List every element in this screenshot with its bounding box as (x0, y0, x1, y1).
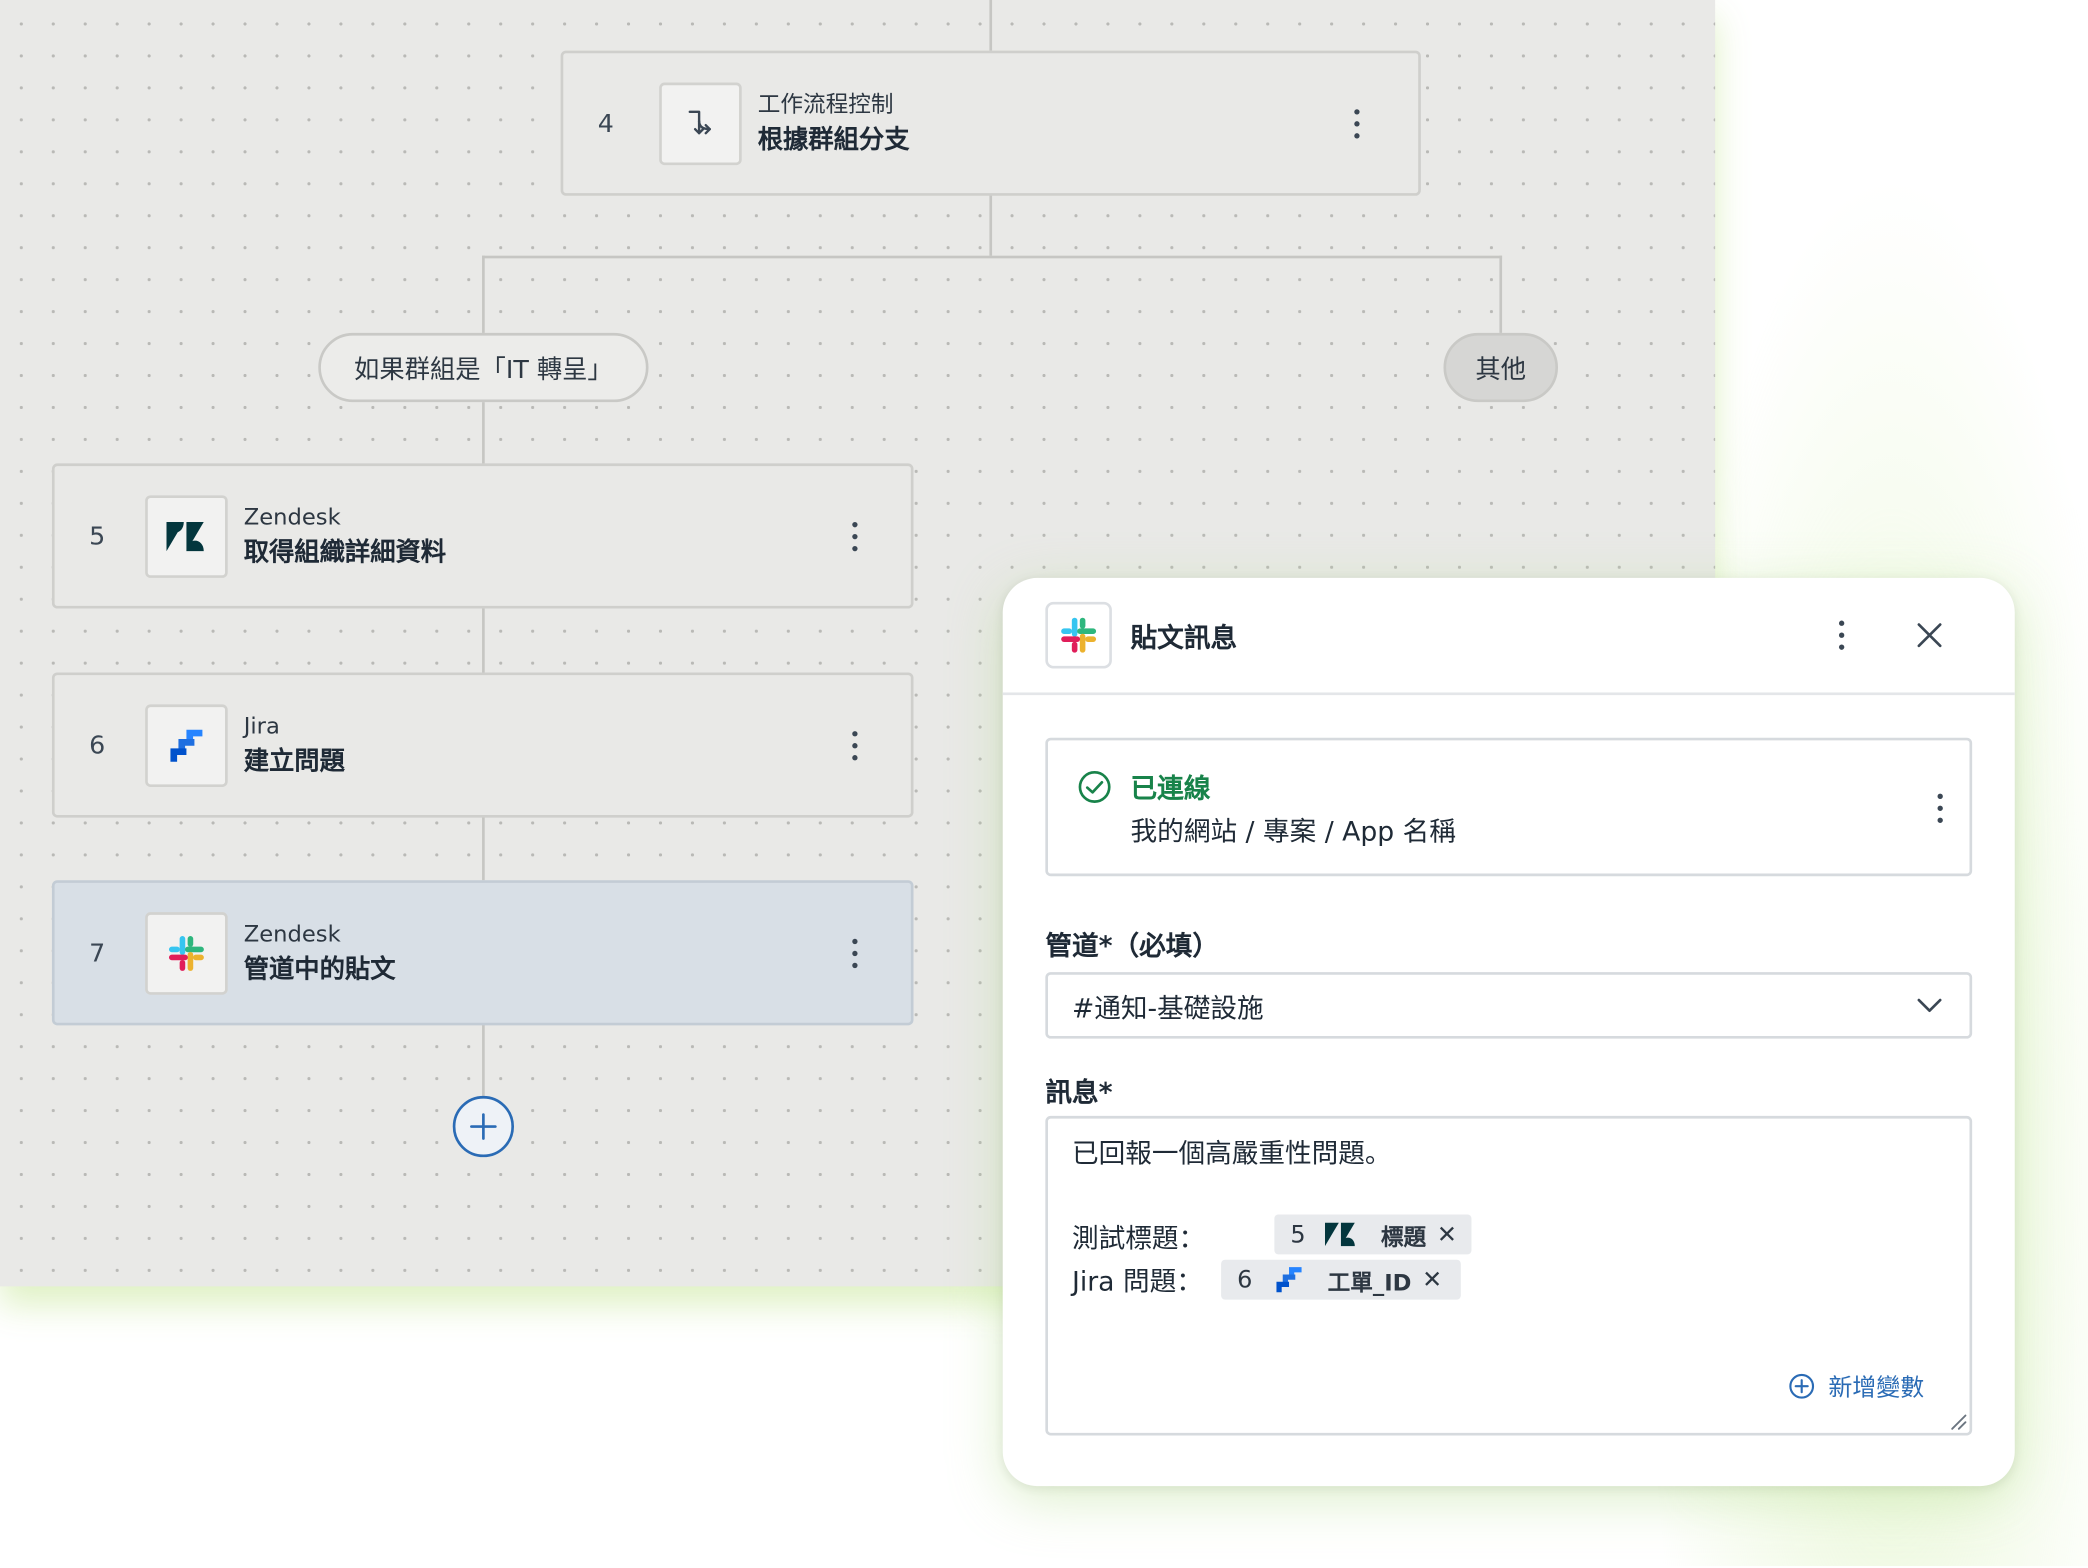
connector-line (989, 194, 993, 256)
zendesk-logo-icon (1324, 1222, 1355, 1247)
connector-line (482, 255, 1503, 259)
branch-other-label: 其他 (1475, 354, 1527, 385)
variable-token-ticket-id[interactable]: 6 工單_ID ✕ (1221, 1259, 1461, 1300)
message-label: 訊息* (1045, 1075, 1113, 1108)
close-icon (1917, 623, 1942, 648)
branch-condition-it-escalation[interactable]: 如果群組是「IT 轉呈」 (318, 332, 649, 403)
token-name: 標題 (1380, 1224, 1427, 1252)
token-step: 6 (1237, 1265, 1253, 1294)
connector-line (1499, 255, 1503, 333)
panel-title: 貼文訊息 (1130, 621, 1238, 654)
workflow-step-4[interactable]: 4 工作流程控制 根據群組分支 (560, 50, 1421, 196)
channel-label: 管道*（必填） (1045, 929, 1220, 962)
slack-logo-icon (1045, 601, 1112, 669)
slack-logo-icon (145, 911, 228, 995)
more-options-icon[interactable] (839, 930, 871, 975)
more-options-icon[interactable] (839, 722, 871, 767)
step-title: 取得組織詳細資料 (243, 537, 447, 567)
plus-icon (470, 1113, 497, 1140)
connector-line (482, 816, 485, 881)
channel-select[interactable]: #通知-基礎設施 (1045, 972, 1973, 1039)
workflow-step-7[interactable]: 7 Zendesk 管道中的貼文 (51, 880, 914, 1026)
workflow-step-6[interactable]: 6 Jira 建立問題 (51, 672, 914, 818)
connection-account: 我的網站 / 專案 / App 名稱 (1130, 814, 1456, 847)
connector-line (482, 402, 485, 464)
add-variable-label: 新增變數 (1828, 1374, 1925, 1403)
jira-logo-icon (145, 703, 228, 787)
add-variable-button[interactable]: 新增變數 (1788, 1369, 1924, 1404)
step-number: 7 (89, 938, 106, 968)
branch-condition-other[interactable]: 其他 (1443, 332, 1559, 403)
step-app-name: Jira (243, 713, 280, 740)
test-title-label: 測試標題： (1071, 1222, 1206, 1255)
panel-header: 貼文訊息 (1002, 578, 2015, 696)
step-title: 根據群組分支 (757, 124, 910, 154)
more-options-icon[interactable] (1826, 613, 1858, 658)
token-name: 工單_ID (1327, 1269, 1412, 1297)
more-options-icon[interactable] (839, 513, 871, 558)
branch-icon (659, 81, 742, 165)
jira-issue-label: Jira 問題： (1071, 1265, 1203, 1298)
more-options-icon[interactable] (1341, 101, 1373, 146)
message-line: 已回報一個高嚴重性問題。 (1071, 1137, 1392, 1170)
plus-circle-icon (1789, 1373, 1815, 1399)
connector-line (482, 608, 485, 673)
connector-line (989, 0, 993, 51)
step-title: 建立問題 (243, 746, 345, 776)
step-app-name: Zendesk (243, 920, 341, 948)
jira-logo-icon (1276, 1267, 1302, 1293)
message-textarea[interactable]: 已回報一個高嚴重性問題。 測試標題： Jira 問題： 5 標題 ✕ 6 工單_… (1045, 1115, 1973, 1436)
variable-token-title[interactable]: 5 標題 ✕ (1274, 1214, 1472, 1255)
workflow-step-5[interactable]: 5 Zendesk 取得組織詳細資料 (51, 463, 914, 609)
step-number: 4 (597, 108, 614, 138)
channel-value: #通知-基礎設施 (1071, 991, 1264, 1024)
connection-options-icon[interactable] (1924, 786, 1956, 831)
check-circle-icon (1078, 771, 1111, 803)
connector-line (482, 255, 485, 333)
close-button[interactable] (1903, 609, 1956, 662)
remove-token-icon[interactable]: ✕ (1437, 1220, 1457, 1248)
step-app-name: 工作流程控制 (757, 91, 894, 118)
step-detail-panel: 貼文訊息 已連線 我的網站 / 專案 / App 名稱 管道*（必填） #通知-… (1002, 577, 2015, 1487)
step-title: 管道中的貼文 (243, 954, 396, 984)
step-app-name: Zendesk (243, 504, 341, 531)
connection-card: 已連線 我的網站 / 專案 / App 名稱 (1045, 737, 1973, 877)
step-number: 6 (89, 730, 106, 760)
step-number: 5 (89, 521, 106, 551)
connector-line (482, 1024, 485, 1096)
token-step: 5 (1290, 1220, 1306, 1249)
remove-token-icon[interactable]: ✕ (1422, 1266, 1442, 1294)
zendesk-logo-icon (145, 494, 228, 578)
resize-handle-icon[interactable] (1948, 1412, 1967, 1431)
chevron-down-icon (1917, 998, 1942, 1013)
connection-status: 已連線 (1130, 772, 1211, 805)
add-step-button[interactable] (452, 1095, 515, 1158)
branch-condition-label: 如果群組是「IT 轉呈」 (354, 354, 613, 385)
